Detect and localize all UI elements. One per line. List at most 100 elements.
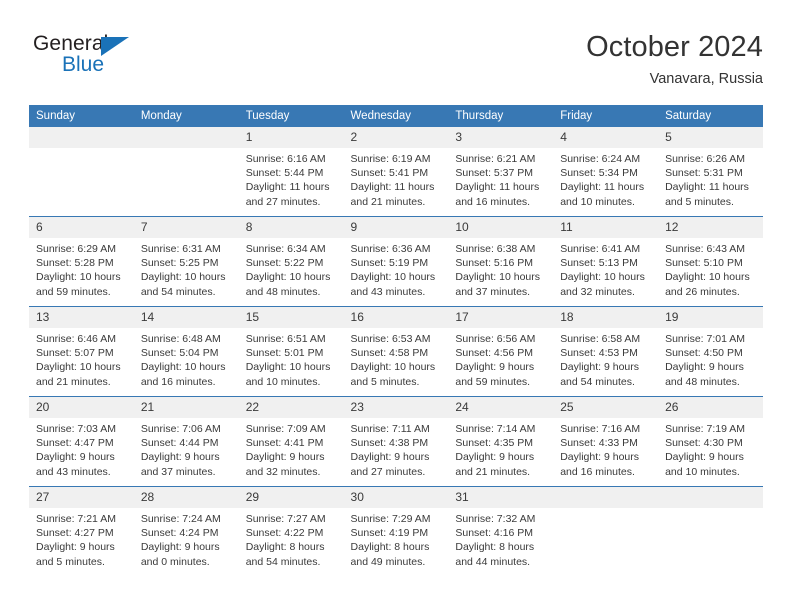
calendar-day-cell[interactable]: 29 Sunrise: 7:27 AM Sunset: 4:22 PM Dayligh… [238, 486, 344, 576]
daylight-text: and 59 minutes. [455, 375, 531, 388]
daylight-text: and 54 minutes. [245, 555, 321, 568]
sunrise-text: Sunrise: 7:32 AM [455, 513, 536, 525]
sunrise-text: Sunrise: 6:34 AM [245, 243, 326, 255]
sunset-text: Sunset: 4:19 PM [350, 527, 429, 540]
location-subtitle: Vanavara, Russia [649, 71, 763, 87]
sunset-text: Sunset: 4:22 PM [245, 527, 324, 540]
calendar-day-cell[interactable]: 13 Sunrise: 6:46 AM Sunset: 5:07 PM Dayligh… [29, 306, 134, 397]
calendar-day-cell[interactable]: 2 Sunrise: 6:19 AM Sunset: 5:41 PM Daylight… [343, 127, 449, 217]
sunrise-text: Sunrise: 6:36 AM [350, 243, 431, 255]
daylight-text: Daylight: 10 hours [665, 271, 750, 284]
day-number: 1 [238, 127, 344, 148]
calendar-day-cell[interactable]: 25 Sunrise: 7:16 AM Sunset: 4:33 PM Dayligh… [553, 396, 659, 487]
calendar-day-cell[interactable]: 4 Sunrise: 6:24 AM Sunset: 5:34 PM Daylight… [553, 127, 659, 217]
sunrise-text: Sunrise: 6:58 AM [560, 333, 641, 345]
daylight-text: and 21 minutes. [36, 375, 111, 388]
sunset-text: Sunset: 4:53 PM [560, 347, 638, 360]
sunrise-text: Sunrise: 7:27 AM [245, 513, 326, 525]
calendar-day-cell[interactable]: 18 Sunrise: 6:58 AM Sunset: 4:53 PM Dayligh… [553, 306, 659, 397]
calendar-day-cell[interactable]: 19 Sunrise: 7:01 AM Sunset: 4:50 PM Dayligh… [658, 306, 763, 397]
sunrise-text: Sunrise: 6:41 AM [560, 243, 641, 255]
calendar-day-cell[interactable]: 8 Sunrise: 6:34 AM Sunset: 5:22 PM Daylight… [238, 216, 344, 307]
daylight-text: and 49 minutes. [350, 555, 426, 568]
day-number: 26 [658, 397, 763, 418]
sunrise-text: Sunrise: 6:46 AM [36, 333, 116, 345]
calendar-table: Sunday Monday Tuesday Wednesday Thursday… [29, 105, 763, 576]
sunset-text: Sunset: 4:38 PM [350, 437, 429, 450]
day-details: Sunrise: 7:19 AM Sunset: 4:30 PM Daylight:… [658, 418, 763, 479]
calendar-day-cell[interactable]: 21 Sunrise: 7:06 AM Sunset: 4:44 PM Dayligh… [133, 396, 239, 487]
day-details: Sunrise: 6:41 AM Sunset: 5:13 PM Daylight:… [553, 238, 658, 299]
calendar-day-cell[interactable]: 27 Sunrise: 7:21 AM Sunset: 4:27 PM Dayligh… [29, 486, 134, 576]
calendar-cell-empty [133, 127, 239, 217]
calendar-week-row: 20 Sunrise: 7:03 AM Sunset: 4:47 PM Dayligh… [29, 396, 763, 487]
sunrise-text: Sunrise: 7:21 AM [36, 513, 116, 525]
sunrise-text: Sunrise: 6:31 AM [140, 243, 221, 255]
calendar-day-cell[interactable]: 20 Sunrise: 7:03 AM Sunset: 4:47 PM Dayligh… [29, 396, 134, 487]
calendar-day-cell[interactable]: 26 Sunrise: 7:19 AM Sunset: 4:30 PM Dayligh… [658, 396, 763, 487]
calendar-cell-empty [29, 127, 134, 217]
calendar-day-cell[interactable]: 23 Sunrise: 7:11 AM Sunset: 4:38 PM Dayligh… [343, 396, 449, 487]
sunrise-text: Sunrise: 7:11 AM [350, 423, 430, 435]
day-details: Sunrise: 6:58 AM Sunset: 4:53 PM Daylight:… [553, 328, 658, 389]
calendar-day-cell[interactable]: 3 Sunrise: 6:21 AM Sunset: 5:37 PM Daylight… [448, 127, 554, 217]
sunset-text: Sunset: 5:34 PM [560, 167, 638, 180]
calendar-week-row: 13 Sunrise: 6:46 AM Sunset: 5:07 PM Dayligh… [29, 306, 763, 397]
day-details: Sunrise: 7:21 AM Sunset: 4:27 PM Daylight:… [29, 508, 134, 569]
daylight-text: and 54 minutes. [560, 375, 635, 388]
calendar-day-cell[interactable]: 6 Sunrise: 6:29 AM Sunset: 5:28 PM Daylight… [29, 216, 134, 307]
calendar-day-cell[interactable]: 28 Sunrise: 7:24 AM Sunset: 4:24 PM Dayligh… [133, 486, 239, 576]
sunrise-text: Sunrise: 6:51 AM [245, 333, 326, 345]
calendar-day-cell[interactable]: 5 Sunrise: 6:26 AM Sunset: 5:31 PM Daylight… [658, 127, 763, 217]
calendar-day-cell[interactable]: 11 Sunrise: 6:41 AM Sunset: 5:13 PM Dayligh… [553, 216, 659, 307]
daylight-text: Daylight: 10 hours [245, 271, 331, 284]
daylight-text: Daylight: 9 hours [36, 541, 115, 554]
day-number: 6 [29, 217, 134, 238]
day-details: Sunrise: 6:21 AM Sunset: 5:37 PM Daylight:… [448, 148, 553, 209]
daylight-text: Daylight: 9 hours [560, 451, 640, 464]
weekday-header-row: Sunday Monday Tuesday Wednesday Thursday… [29, 105, 763, 127]
calendar-day-cell[interactable]: 31 Sunrise: 7:32 AM Sunset: 4:16 PM Dayligh… [448, 486, 554, 576]
calendar-day-cell[interactable]: 17 Sunrise: 6:56 AM Sunset: 4:56 PM Dayligh… [448, 306, 554, 397]
sunset-text: Sunset: 4:56 PM [455, 347, 534, 360]
calendar-day-cell[interactable]: 12 Sunrise: 6:43 AM Sunset: 5:10 PM Dayligh… [658, 216, 763, 307]
calendar-day-cell[interactable]: 7 Sunrise: 6:31 AM Sunset: 5:25 PM Daylight… [133, 216, 239, 307]
day-number: 9 [343, 217, 449, 238]
daylight-text: Daylight: 8 hours [245, 541, 325, 554]
calendar-day-cell[interactable]: 1 Sunrise: 6:16 AM Sunset: 5:44 PM Daylight… [238, 127, 344, 217]
calendar-day-cell[interactable]: 30 Sunrise: 7:29 AM Sunset: 4:19 PM Dayligh… [343, 486, 449, 576]
sunset-text: Sunset: 5:01 PM [245, 347, 324, 360]
sunset-text: Sunset: 5:04 PM [140, 347, 219, 360]
sunset-text: Sunset: 5:16 PM [455, 257, 534, 270]
daylight-text: Daylight: 11 hours [455, 181, 540, 194]
calendar-day-cell[interactable]: 14 Sunrise: 6:48 AM Sunset: 5:04 PM Dayligh… [133, 306, 239, 397]
day-number: 25 [553, 397, 659, 418]
calendar-day-cell[interactable]: 16 Sunrise: 6:53 AM Sunset: 4:58 PM Dayligh… [343, 306, 449, 397]
sunset-text: Sunset: 4:44 PM [140, 437, 219, 450]
calendar-day-cell[interactable]: 22 Sunrise: 7:09 AM Sunset: 4:41 PM Dayligh… [238, 396, 344, 487]
day-details: Sunrise: 6:16 AM Sunset: 5:44 PM Daylight:… [239, 148, 344, 209]
daylight-text: and 37 minutes. [140, 465, 216, 478]
day-number: 10 [448, 217, 554, 238]
sunset-text: Sunset: 5:37 PM [455, 167, 534, 180]
day-details: Sunrise: 6:26 AM Sunset: 5:31 PM Daylight:… [658, 148, 763, 209]
day-details: Sunrise: 6:53 AM Sunset: 4:58 PM Daylight:… [344, 328, 449, 389]
weekday-header-wednesday: Wednesday [343, 105, 449, 127]
sunset-text: Sunset: 4:24 PM [140, 527, 219, 540]
day-number: 8 [238, 217, 344, 238]
daylight-text: and 27 minutes. [245, 195, 321, 208]
calendar-day-cell[interactable]: 9 Sunrise: 6:36 AM Sunset: 5:19 PM Daylight… [343, 216, 449, 307]
day-number: 19 [658, 307, 763, 328]
sunset-text: Sunset: 4:50 PM [665, 347, 743, 360]
sunset-text: Sunset: 4:47 PM [36, 437, 114, 450]
calendar-day-cell[interactable]: 24 Sunrise: 7:14 AM Sunset: 4:35 PM Dayligh… [448, 396, 554, 487]
daylight-text: and 48 minutes. [245, 285, 321, 298]
day-details: Sunrise: 6:19 AM Sunset: 5:41 PM Daylight:… [344, 148, 449, 209]
day-details: Sunrise: 6:46 AM Sunset: 5:07 PM Daylight:… [29, 328, 134, 389]
calendar-day-cell[interactable]: 10 Sunrise: 6:38 AM Sunset: 5:16 PM Dayligh… [448, 216, 554, 307]
daylight-text: and 16 minutes. [560, 465, 635, 478]
calendar-day-cell[interactable]: 15 Sunrise: 6:51 AM Sunset: 5:01 PM Dayligh… [238, 306, 344, 397]
day-number: 17 [448, 307, 554, 328]
daylight-text: and 5 minutes. [36, 555, 105, 568]
sunrise-text: Sunrise: 7:29 AM [350, 513, 431, 525]
